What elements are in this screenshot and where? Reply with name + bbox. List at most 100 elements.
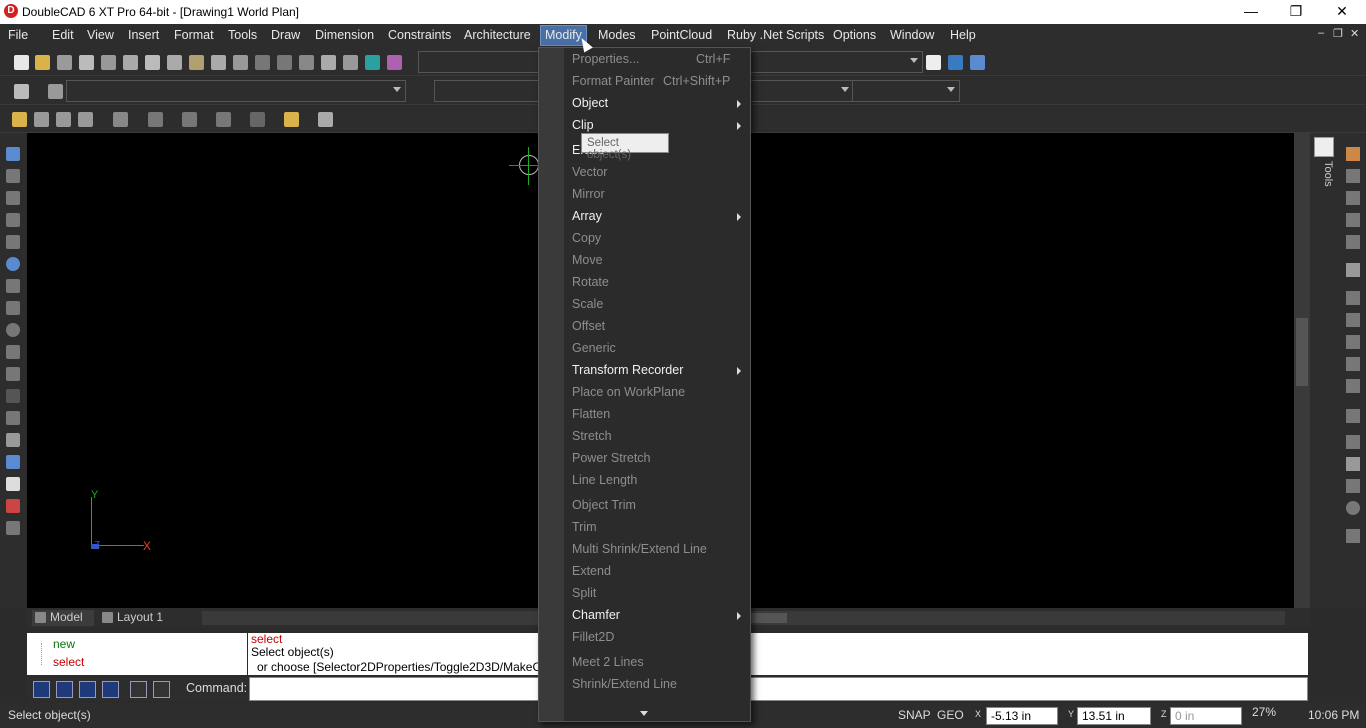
vertical-scroll-thumb[interactable]: [1296, 318, 1308, 386]
menu-draw[interactable]: Draw: [271, 28, 300, 42]
menu-ruby-net-scripts[interactable]: Ruby .Net Scripts: [727, 28, 824, 42]
save-icon[interactable]: [57, 55, 72, 70]
menu-format[interactable]: Format: [174, 28, 214, 42]
circle-view-icon[interactable]: [182, 112, 197, 127]
menu-options[interactable]: Options: [833, 28, 876, 42]
line-tool-icon[interactable]: [148, 112, 163, 127]
menu-item-rotate[interactable]: Rotate: [572, 275, 742, 289]
menu-item-copy[interactable]: Copy: [572, 231, 742, 245]
menu-item-mirror[interactable]: Mirror: [572, 187, 742, 201]
printer-small-icon[interactable]: [48, 84, 63, 99]
point-icon[interactable]: [6, 169, 20, 183]
mdi-restore-button[interactable]: ❐: [1333, 27, 1343, 40]
gear-icon[interactable]: [123, 55, 138, 70]
polyline-icon[interactable]: [6, 235, 20, 249]
menu-item-shrink-extend-line[interactable]: Shrink/Extend Line: [572, 677, 742, 691]
menu-pointcloud[interactable]: PointCloud: [651, 28, 712, 42]
eraser-icon[interactable]: [387, 55, 402, 70]
tool-15-icon[interactable]: [1346, 479, 1360, 493]
menu-file[interactable]: File: [8, 28, 28, 42]
layers-icon[interactable]: [970, 55, 985, 70]
menu-item-extend[interactable]: Extend: [572, 564, 742, 578]
menu-item-fillet2d[interactable]: Fillet2D: [572, 630, 742, 644]
rectangle-icon[interactable]: [6, 279, 20, 293]
menu-item-flatten[interactable]: Flatten: [572, 407, 742, 421]
menu-architecture[interactable]: Architecture: [464, 28, 531, 42]
menu-item-format-painter[interactable]: Format Painter Ctrl+Shift+P: [572, 74, 742, 88]
tools-palette-icon[interactable]: [1314, 137, 1334, 157]
grid-icon[interactable]: [365, 55, 380, 70]
z-coord-field[interactable]: 0 in: [1170, 707, 1242, 725]
cmd-mode-2-button[interactable]: [56, 681, 73, 698]
mdi-close-button[interactable]: ✕: [1350, 27, 1359, 40]
tool-17-icon[interactable]: [1346, 529, 1360, 543]
close-button[interactable]: ✕: [1319, 0, 1365, 24]
menu-tools[interactable]: Tools: [228, 28, 257, 42]
menu-item-stretch[interactable]: Stretch: [572, 429, 742, 443]
tool-9-icon[interactable]: [1346, 335, 1360, 349]
menu-item-vector[interactable]: Vector: [572, 165, 742, 179]
monitor-icon[interactable]: [318, 112, 333, 127]
cmd-list-button[interactable]: [130, 681, 147, 698]
line-width-combo[interactable]: [852, 80, 960, 102]
format-painter-icon[interactable]: [211, 55, 226, 70]
block-icon[interactable]: [6, 455, 20, 469]
cut-icon[interactable]: [145, 55, 160, 70]
cmd-settings-button[interactable]: [153, 681, 170, 698]
menu-window[interactable]: Window: [890, 28, 934, 42]
tool-3-icon[interactable]: [1346, 191, 1360, 205]
settings-icon[interactable]: [14, 84, 29, 99]
copy-icon[interactable]: [167, 55, 182, 70]
menu-item-generic[interactable]: Generic: [572, 341, 742, 355]
house-icon[interactable]: [12, 112, 27, 127]
menu-item-object[interactable]: Object: [572, 96, 742, 110]
vertical-scrollbar[interactable]: [1294, 133, 1310, 608]
open-folder-icon[interactable]: [35, 55, 50, 70]
menu-item-chamfer[interactable]: Chamfer: [572, 608, 742, 622]
history-item-new[interactable]: new: [53, 637, 75, 651]
undo-icon[interactable]: [255, 55, 270, 70]
tool-5-icon[interactable]: [1346, 235, 1360, 249]
pencil-icon[interactable]: [1346, 147, 1360, 161]
tool-4-icon[interactable]: [1346, 213, 1360, 227]
menu-item-multi-shrink-extend-line[interactable]: Multi Shrink/Extend Line: [572, 542, 742, 556]
tool-2-icon[interactable]: [1346, 169, 1360, 183]
menu-item-offset[interactable]: Offset: [572, 319, 742, 333]
arc-icon[interactable]: [6, 301, 20, 315]
pointer-icon[interactable]: [6, 147, 20, 161]
menu-item-line-length[interactable]: Line Length: [572, 473, 742, 487]
print-preview-icon[interactable]: [101, 55, 116, 70]
y-coord-field[interactable]: 13.51 in: [1077, 707, 1151, 725]
menu-item-scale[interactable]: Scale: [572, 297, 742, 311]
snap-icon[interactable]: [299, 55, 314, 70]
menu-item-power-stretch[interactable]: Power Stretch: [572, 451, 742, 465]
color-swatch-icon[interactable]: [926, 55, 941, 70]
curve-icon[interactable]: [6, 345, 20, 359]
new-file-icon[interactable]: [14, 55, 29, 70]
menu-item-trim[interactable]: Trim: [572, 520, 742, 534]
folder-layer-icon[interactable]: [284, 112, 299, 127]
notes-icon[interactable]: [6, 521, 20, 535]
mdi-minimize-button[interactable]: –: [1318, 27, 1324, 39]
menu-edit[interactable]: Edit: [52, 28, 74, 42]
menu-item-clip[interactable]: Clip: [572, 118, 742, 132]
history-item-select[interactable]: select: [53, 655, 84, 669]
arrow-icon[interactable]: [216, 112, 231, 127]
line-icon[interactable]: [6, 191, 20, 205]
tool-16-icon[interactable]: [1346, 501, 1360, 515]
menu-dimension[interactable]: Dimension: [315, 28, 374, 42]
menu-constraints[interactable]: Constraints: [388, 28, 451, 42]
tool-13-icon[interactable]: [1346, 435, 1360, 449]
tab-model[interactable]: Model: [32, 610, 94, 626]
tool-8-icon[interactable]: [1346, 313, 1360, 327]
tool-14-icon[interactable]: [1346, 457, 1360, 471]
text-icon[interactable]: [6, 477, 20, 491]
search-icon[interactable]: [6, 389, 20, 403]
menu-item-place-on-workplane[interactable]: Place on WorkPlane: [572, 385, 742, 399]
menu-scroll-down-icon[interactable]: [640, 711, 648, 716]
geo-toggle[interactable]: GEO: [937, 708, 964, 722]
ellipse-icon[interactable]: [6, 323, 20, 337]
roof-icon[interactable]: [56, 112, 71, 127]
x-coord-field[interactable]: -5.13 in: [986, 707, 1058, 725]
menu-item-array[interactable]: Array: [572, 209, 742, 223]
